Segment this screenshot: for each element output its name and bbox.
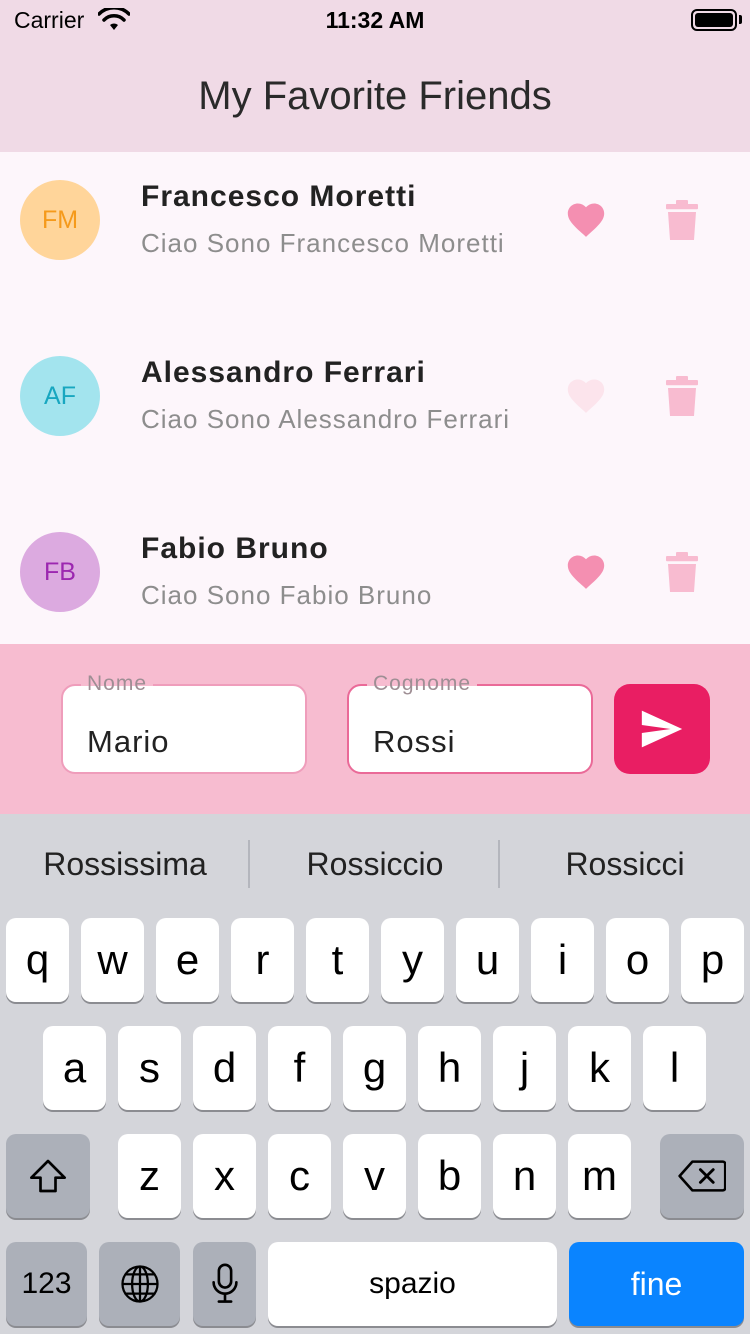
key-f[interactable]: f	[268, 1026, 331, 1110]
status-time: 11:32 AM	[325, 7, 425, 33]
suggestion-bar: Rossissima Rossiccio Rossicci	[0, 814, 750, 914]
avatar: FB	[20, 532, 100, 612]
key-g[interactable]: g	[343, 1026, 406, 1110]
shift-icon	[30, 1159, 66, 1193]
globe-key[interactable]	[99, 1242, 180, 1326]
backspace-icon	[678, 1160, 726, 1192]
key-v[interactable]: v	[343, 1134, 406, 1218]
key-y[interactable]: y	[381, 918, 444, 1002]
key-j[interactable]: j	[493, 1026, 556, 1110]
key-o[interactable]: o	[606, 918, 669, 1002]
keyboard: Rossissima Rossiccio Rossicci q w e r t …	[0, 814, 750, 1334]
key-z[interactable]: z	[118, 1134, 181, 1218]
shift-key[interactable]	[6, 1134, 90, 1218]
key-s[interactable]: s	[118, 1026, 181, 1110]
heart-icon[interactable]	[564, 374, 608, 414]
friend-subtitle: Ciao Sono Alessandro Ferrari	[141, 404, 511, 434]
app-header: Carrier 11:32 AM My Favorite Friends	[0, 0, 750, 152]
first-name-value[interactable]: Mario	[87, 724, 170, 760]
microphone-icon	[211, 1263, 238, 1303]
friend-name: Fabio Bruno	[141, 532, 329, 565]
key-p[interactable]: p	[681, 918, 744, 1002]
key-r[interactable]: r	[231, 918, 294, 1002]
avatar: AF	[20, 356, 100, 436]
key-t[interactable]: t	[306, 918, 369, 1002]
key-c[interactable]: c	[268, 1134, 331, 1218]
microphone-key[interactable]	[193, 1242, 256, 1326]
last-name-label: Cognome	[367, 672, 478, 696]
first-name-field[interactable]: Nome Mario	[61, 672, 307, 774]
suggestion-item[interactable]: Rossissima	[0, 814, 250, 914]
key-l[interactable]: l	[643, 1026, 706, 1110]
friends-list: FM Francesco Moretti Ciao Sono Francesco…	[0, 152, 750, 644]
last-name-value[interactable]: Rossi	[373, 724, 456, 760]
done-key[interactable]: fine	[569, 1242, 744, 1326]
avatar: FM	[20, 180, 100, 260]
trash-icon[interactable]	[666, 200, 698, 240]
suggestion-item[interactable]: Rossicci	[500, 814, 750, 914]
globe-icon	[120, 1265, 159, 1303]
key-w[interactable]: w	[81, 918, 144, 1002]
friend-subtitle: Ciao Sono Fabio Bruno	[141, 580, 433, 610]
key-x[interactable]: x	[193, 1134, 256, 1218]
backspace-key[interactable]	[660, 1134, 744, 1218]
key-h[interactable]: h	[418, 1026, 481, 1110]
numbers-key[interactable]: 123	[6, 1242, 87, 1326]
key-m[interactable]: m	[568, 1134, 631, 1218]
friend-subtitle: Ciao Sono Francesco Moretti	[141, 228, 505, 258]
add-friend-form: Nome Mario Cognome Rossi	[0, 644, 750, 814]
key-e[interactable]: e	[156, 918, 219, 1002]
key-q[interactable]: q	[6, 918, 69, 1002]
battery-nub	[739, 15, 742, 24]
key-u[interactable]: u	[456, 918, 519, 1002]
last-name-field[interactable]: Cognome Rossi	[347, 672, 593, 774]
key-d[interactable]: d	[193, 1026, 256, 1110]
heart-icon[interactable]	[564, 198, 608, 238]
friend-name: Francesco Moretti	[141, 180, 417, 213]
page-title: My Favorite Friends	[198, 74, 552, 118]
key-b[interactable]: b	[418, 1134, 481, 1218]
trash-icon[interactable]	[666, 552, 698, 592]
suggestion-item[interactable]: Rossiccio	[250, 814, 500, 914]
key-k[interactable]: k	[568, 1026, 631, 1110]
trash-icon[interactable]	[666, 376, 698, 416]
key-a[interactable]: a	[43, 1026, 106, 1110]
send-icon	[641, 710, 683, 748]
space-key[interactable]: spazio	[268, 1242, 557, 1326]
battery-icon	[691, 9, 737, 31]
friend-row[interactable]: FM Francesco Moretti Ciao Sono Francesco…	[0, 152, 750, 328]
first-name-label: Nome	[81, 672, 154, 696]
heart-icon[interactable]	[564, 550, 608, 590]
key-i[interactable]: i	[531, 918, 594, 1002]
key-n[interactable]: n	[493, 1134, 556, 1218]
friend-name: Alessandro Ferrari	[141, 356, 426, 389]
send-button[interactable]	[614, 684, 710, 774]
friend-row[interactable]: AF Alessandro Ferrari Ciao Sono Alessand…	[0, 328, 750, 504]
